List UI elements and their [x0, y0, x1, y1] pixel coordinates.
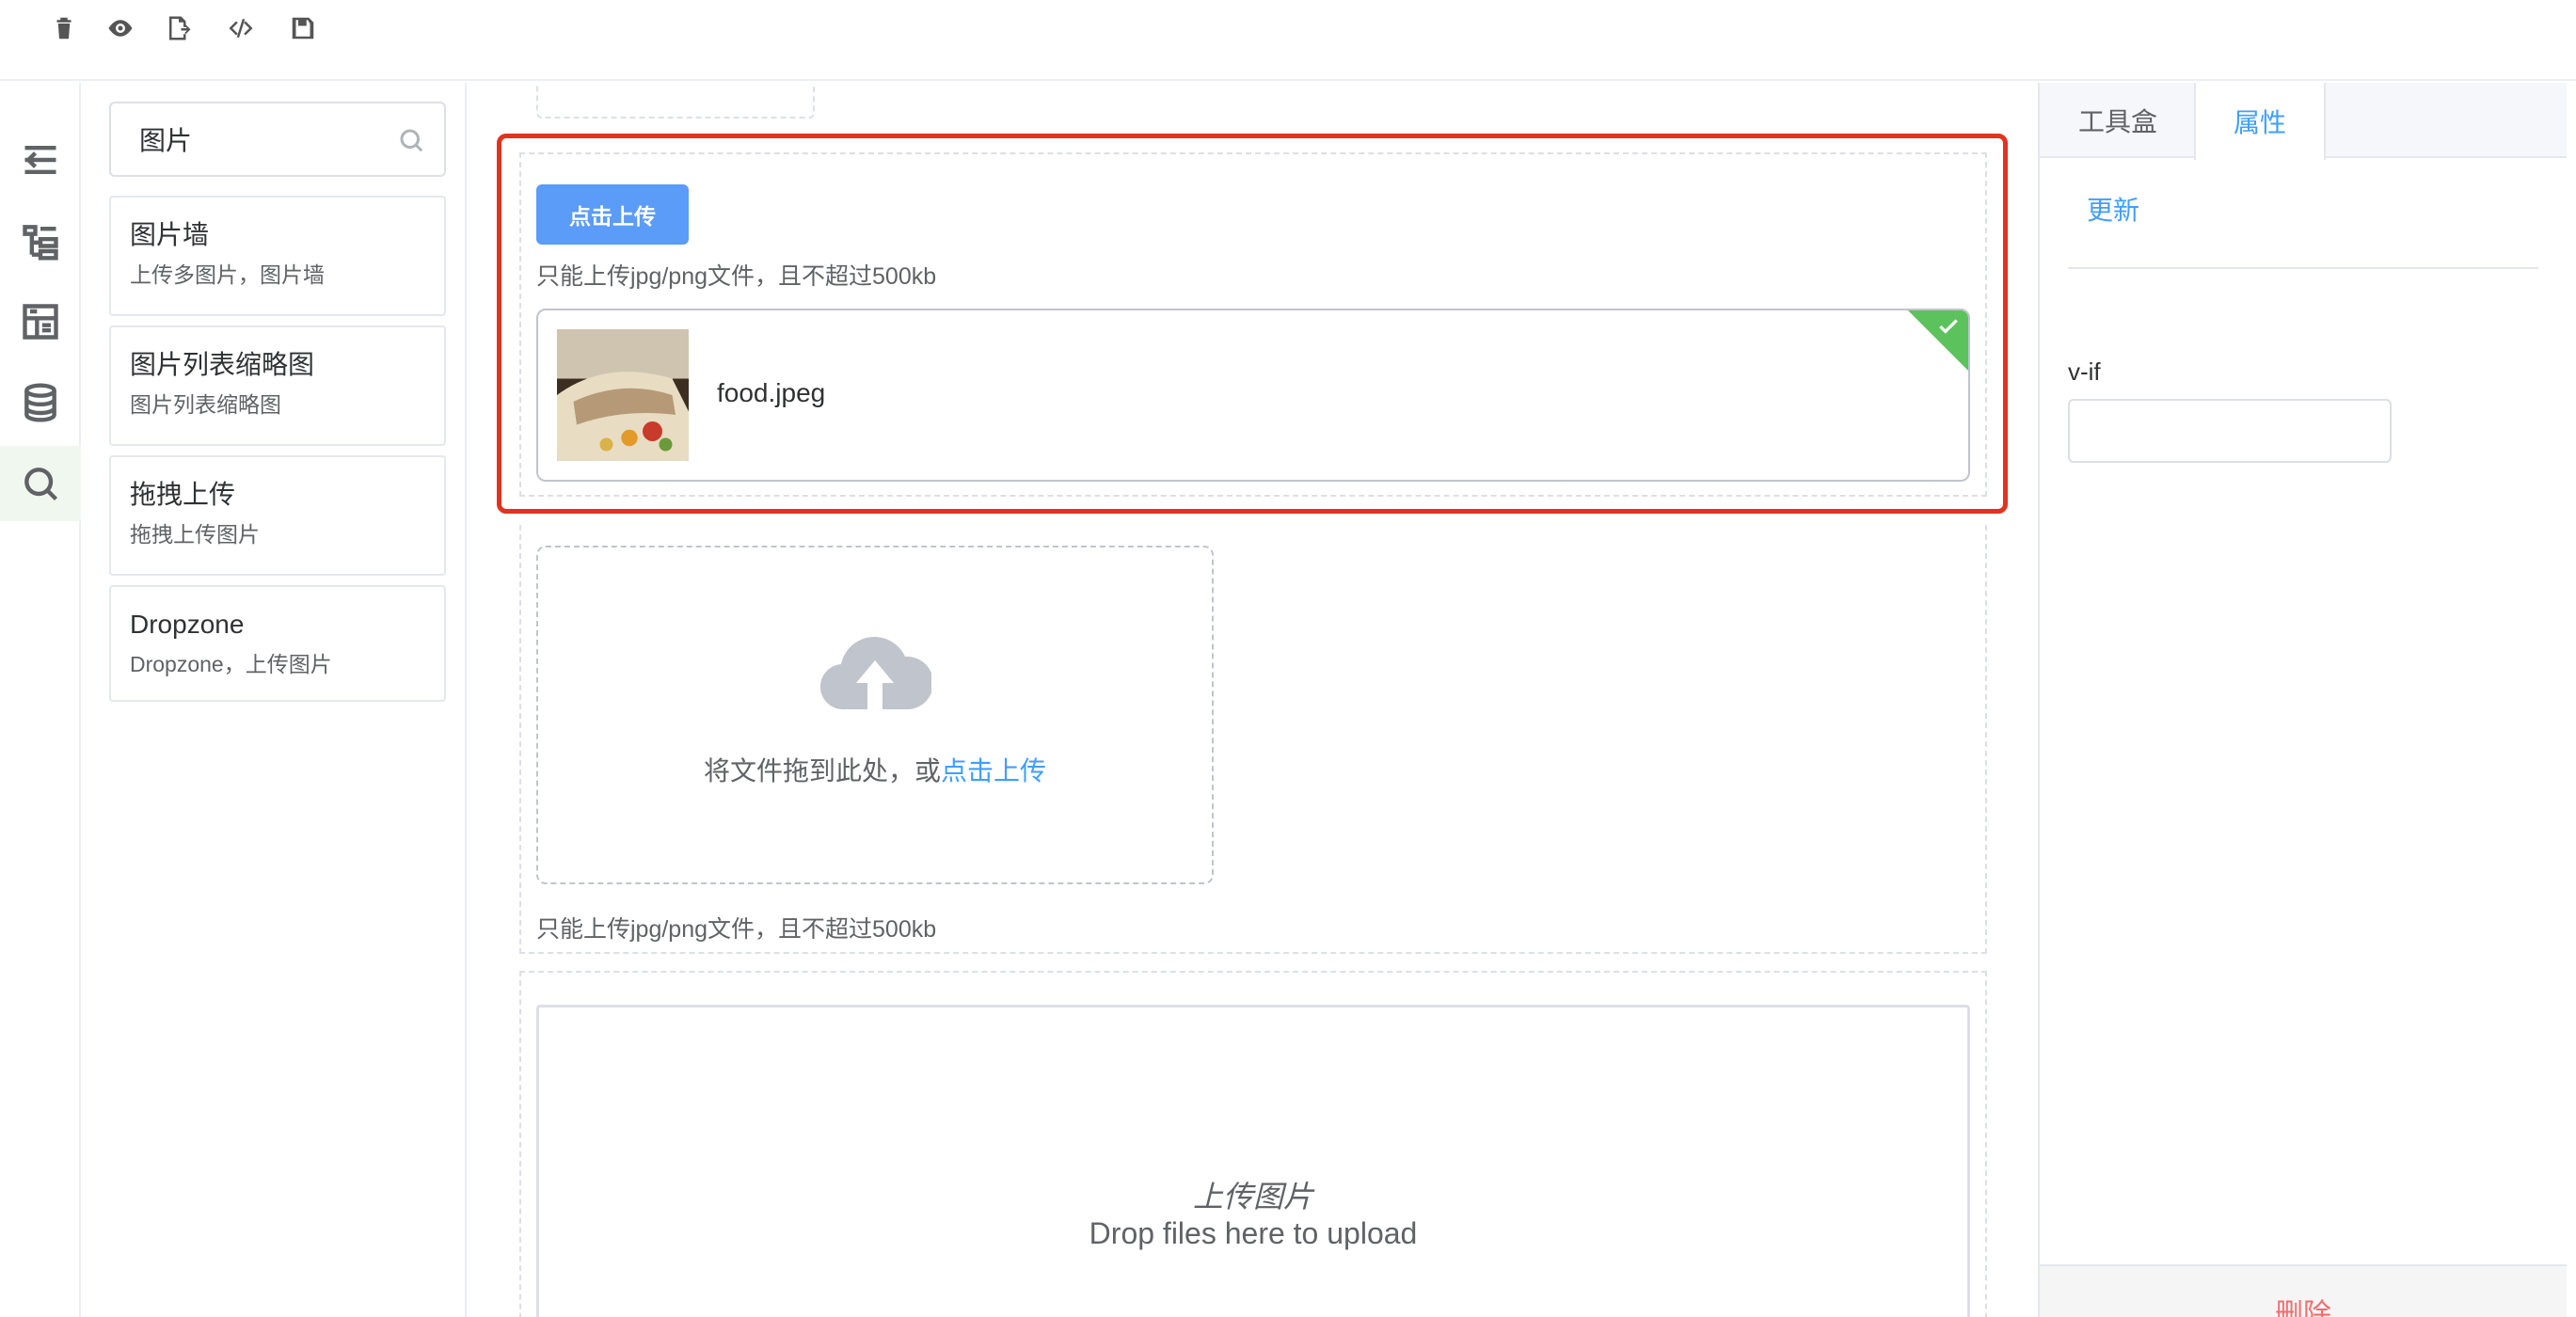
update-button[interactable]: 更新: [2087, 190, 2139, 228]
properties-panel: 工具盒 属性 更新 v-if 删除: [2038, 83, 2567, 1317]
drag-text: 将文件拖到此处，或: [703, 756, 941, 785]
save-icon[interactable]: [288, 13, 318, 43]
palette-item-title: 拖拽上传: [130, 480, 236, 509]
panel-tabs: 工具盒 属性: [2040, 83, 2567, 160]
dropzone-subtitle: Drop files here to upload: [1089, 1216, 1418, 1250]
component-palette: 图片墙 上传多图片，图片墙 图片列表缩略图 图片列表缩略图 拖拽上传 拖拽上传图…: [83, 83, 467, 1317]
palette-item-title: 图片墙: [130, 220, 210, 249]
magnifier-icon: [397, 126, 425, 154]
database-icon[interactable]: [0, 365, 81, 440]
file-name: food.jpeg: [717, 378, 826, 407]
dropzone-title: 上传图片: [1192, 1180, 1313, 1214]
palette-item-picture-wall[interactable]: 图片墙 上传多图片，图片墙: [109, 196, 446, 316]
check-icon: [1936, 314, 1961, 339]
palette-item-desc: 图片列表缩略图: [130, 392, 281, 417]
trash-icon[interactable]: [49, 13, 79, 43]
palette-item-drag-upload[interactable]: 拖拽上传 拖拽上传图片: [109, 455, 446, 576]
drag-upload-hint: 只能上传jpg/png文件，且不超过500kb: [536, 916, 937, 943]
design-canvas: 点击上传 只能上传jpg/png文件，且不超过500kb food.jpeg 将…: [469, 83, 2038, 1317]
palette-item-desc: 拖拽上传图片: [130, 522, 260, 547]
click-upload-button[interactable]: 点击上传: [536, 184, 689, 245]
previous-component-placeholder[interactable]: [536, 83, 815, 119]
palette-item-picture-list[interactable]: 图片列表缩略图 图片列表缩略图: [109, 325, 446, 446]
palette-item-title: 图片列表缩略图: [130, 350, 315, 379]
food-thumbnail: [557, 329, 689, 461]
grid-icon[interactable]: [0, 284, 81, 359]
delete-button[interactable]: 删除: [2040, 1291, 2567, 1317]
palette-item-title: Dropzone: [130, 610, 245, 639]
top-toolbar: [0, 0, 2576, 81]
collapse-icon[interactable]: [0, 122, 81, 198]
left-nav: [0, 83, 81, 1317]
upload-cloud-icon: [819, 627, 934, 717]
divider: [2068, 267, 2538, 269]
drag-click-upload-link[interactable]: 点击上传: [941, 756, 1046, 785]
search-icon[interactable]: [0, 446, 81, 521]
palette-item-dropzone[interactable]: Dropzone Dropzone，上传图片: [109, 585, 446, 702]
palette-item-desc: Dropzone，上传图片: [130, 652, 332, 676]
drag-instructions: 将文件拖到此处，或点击上传: [538, 751, 1212, 788]
delete-bar: 删除: [2040, 1264, 2567, 1317]
dropzone-area[interactable]: 上传图片 Drop files here to upload: [536, 1005, 1970, 1317]
code-icon[interactable]: [226, 13, 256, 43]
upload-hint: 只能上传jpg/png文件，且不超过500kb: [536, 263, 937, 290]
tree-icon[interactable]: [0, 203, 81, 278]
vif-input[interactable]: [2068, 399, 2392, 463]
uploaded-file-card[interactable]: food.jpeg: [536, 309, 1970, 482]
tab-toolbox[interactable]: 工具盒: [2040, 83, 2196, 158]
vif-label: v-if: [2068, 357, 2101, 386]
eye-icon[interactable]: [105, 13, 135, 43]
palette-search[interactable]: [109, 102, 446, 177]
palette-item-desc: 上传多图片，图片墙: [130, 262, 325, 287]
search-input[interactable]: [111, 103, 444, 175]
drag-upload-area[interactable]: 将文件拖到此处，或点击上传: [536, 546, 1214, 884]
file-export-icon[interactable]: [164, 13, 194, 43]
tab-properties[interactable]: 属性: [2194, 83, 2326, 160]
